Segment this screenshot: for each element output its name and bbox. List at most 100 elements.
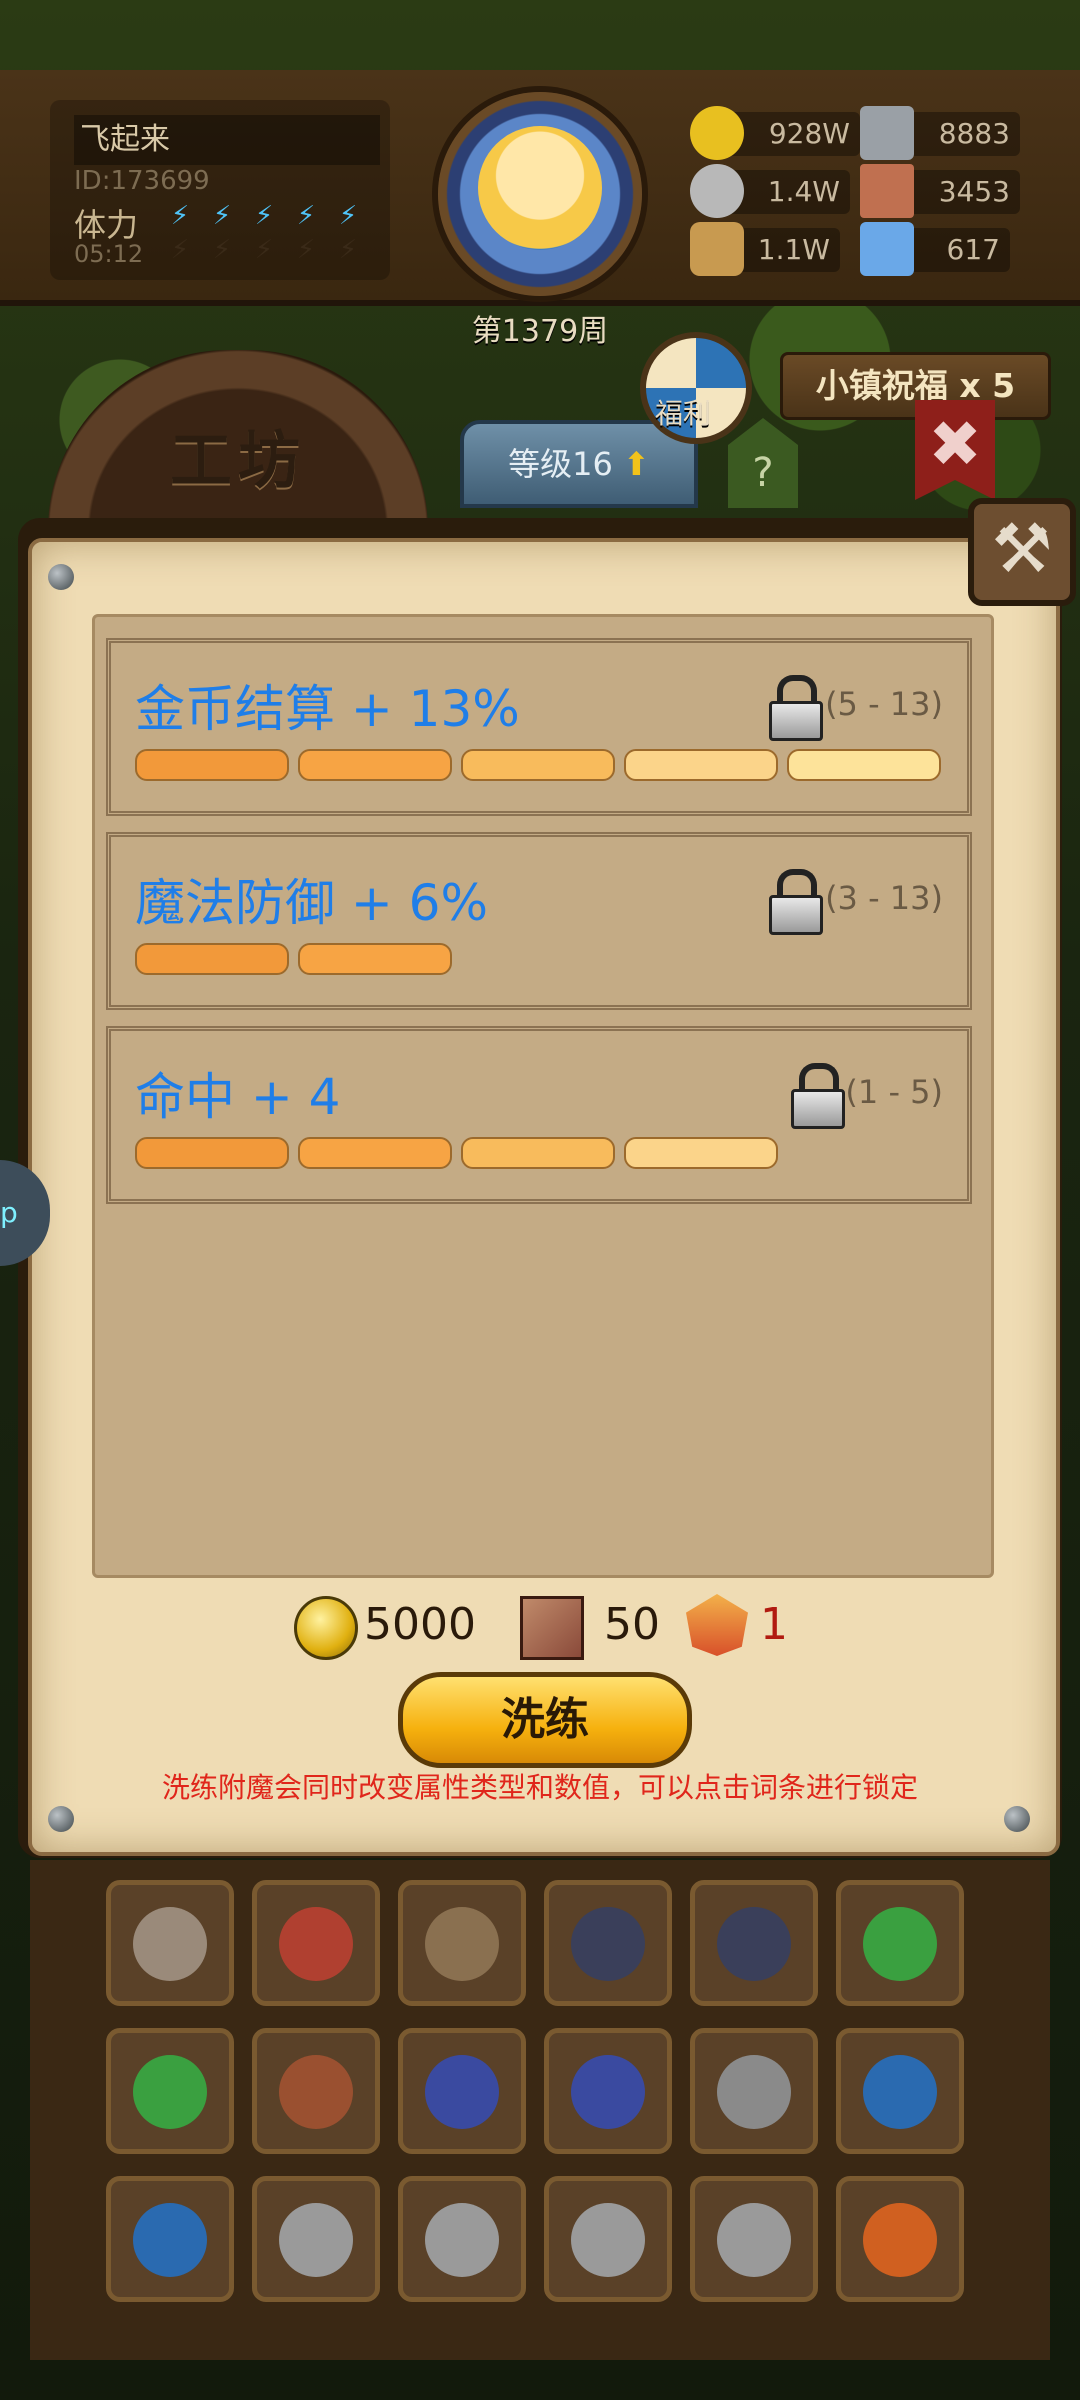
iron-ingot-icon [860,106,914,160]
crystal-icon [860,222,914,276]
item-icon [425,2203,499,2277]
item-icon [863,2055,937,2129]
leather-icon [860,164,914,218]
level-segment [787,749,941,781]
level-segment [135,749,289,781]
resource-stone: 1.4W [690,164,850,218]
resource-crystal: 617 [860,222,1010,276]
lightning-empty-icon: ⚡ [170,235,190,265]
inventory-slot[interactable] [690,2176,818,2302]
item-icon [133,1907,207,1981]
unlock-icon[interactable] [791,1063,845,1129]
affix-level-bar [135,1137,778,1169]
gold-coin-icon [690,106,744,160]
hint-text: 洗练附魔会同时改变属性类型和数值，可以点击词条进行锁定 [161,1771,918,1804]
item-icon [425,2055,499,2129]
rivet-icon [1004,1806,1030,1832]
inventory-slot[interactable] [544,2176,672,2302]
lightning-empty-icon: ⚡ [338,235,358,265]
inventory-slot[interactable] [398,1880,526,2006]
affix-title: 魔法防御 + 6% [135,874,489,932]
resource-leather: 3453 [860,164,1020,218]
item-icon [571,1907,645,1981]
cost-gold: 5000 [364,1599,476,1650]
affix-card[interactable]: 魔法防御 + 6% (3 - 13) [106,832,972,1010]
unlock-icon[interactable] [769,675,823,741]
lightning-icon: ⚡ [212,201,232,231]
lightning-empty-icon: ⚡ [254,235,274,265]
reroll-button[interactable]: 洗练 [398,1672,692,1768]
inventory-slot[interactable] [252,2028,380,2154]
rivet-icon [48,1806,74,1832]
rivet-icon [48,564,74,590]
item-icon [133,2203,207,2277]
inventory-slot[interactable] [106,2176,234,2302]
lightning-icon: ⚡ [338,201,358,231]
level-segment [624,1137,778,1169]
inventory-slot[interactable] [106,2028,234,2154]
inventory-slot[interactable] [398,2176,526,2302]
item-icon [133,2055,207,2129]
item-icon [863,2203,937,2277]
affix-card[interactable]: 命中 + 4 (1 - 5) [106,1026,972,1204]
inventory-slot[interactable] [544,1880,672,2006]
resource-gold: 928W [690,106,860,160]
item-icon [571,2055,645,2129]
inventory-slot[interactable] [252,1880,380,2006]
inventory-grid [30,1860,1050,2360]
level-segment [461,1137,615,1169]
inventory-slot[interactable] [690,1880,818,2006]
affix-card[interactable]: 金币结算 + 13% (5 - 13) [106,638,972,816]
avatar[interactable] [478,126,602,250]
stone-icon [690,164,744,218]
item-icon [279,1907,353,1981]
lightning-empty-icon: ⚡ [296,235,316,265]
level-segment [298,749,452,781]
cost-scroll: 50 [604,1599,660,1650]
affix-level-bar [135,749,941,781]
item-icon [571,2203,645,2277]
close-button[interactable]: ⚒ [968,498,1076,606]
player-name: 飞起来 [74,115,380,165]
level-segment [135,943,289,975]
inventory-slot[interactable] [252,2176,380,2302]
inventory-slot[interactable] [836,2176,964,2302]
resource-wood: 1.1W [690,222,840,276]
lightning-empty-icon: ⚡ [212,235,232,265]
affix-title: 命中 + 4 [135,1068,341,1126]
inventory-slot[interactable] [690,2028,818,2154]
affix-range: (3 - 13) [825,879,943,917]
level-segment [624,749,778,781]
affix-title: 金币结算 + 13% [135,680,520,738]
stamina-bolts: ⚡ ⚡ ⚡ ⚡ ⚡ [165,202,363,230]
inventory-slot[interactable] [544,2028,672,2154]
lightning-icon: ⚡ [170,201,190,231]
stamina-bolts-empty: ⚡ ⚡ ⚡ ⚡ ⚡ [165,236,363,264]
arrow-up-icon: ⬆ [623,445,650,483]
item-icon [279,2203,353,2277]
unlock-icon[interactable] [769,869,823,935]
welfare-label[interactable]: 福利 [655,392,711,432]
inventory-slot[interactable] [398,2028,526,2154]
level-segment [461,749,615,781]
stamina-timer: 05:12 [74,240,144,268]
workshop-title: 工坊 [170,424,307,497]
level-segment [298,1137,452,1169]
level-label: 等级16 [508,445,613,483]
player-id: ID:173699 [74,166,210,196]
inventory-slot[interactable] [106,1880,234,2006]
item-icon [279,2055,353,2129]
level-segment [135,1137,289,1169]
gold-coin-icon [294,1596,358,1660]
lightning-icon: ⚡ [296,201,316,231]
affix-level-bar [135,943,452,975]
lightning-icon: ⚡ [254,201,274,231]
item-icon [717,2055,791,2129]
week-label: 第1379周 [471,314,609,349]
resource-iron: 8883 [860,106,1020,160]
item-icon [717,2203,791,2277]
inventory-slot[interactable] [836,1880,964,2006]
level-segment [298,943,452,975]
wood-log-icon [690,222,744,276]
inventory-slot[interactable] [836,2028,964,2154]
